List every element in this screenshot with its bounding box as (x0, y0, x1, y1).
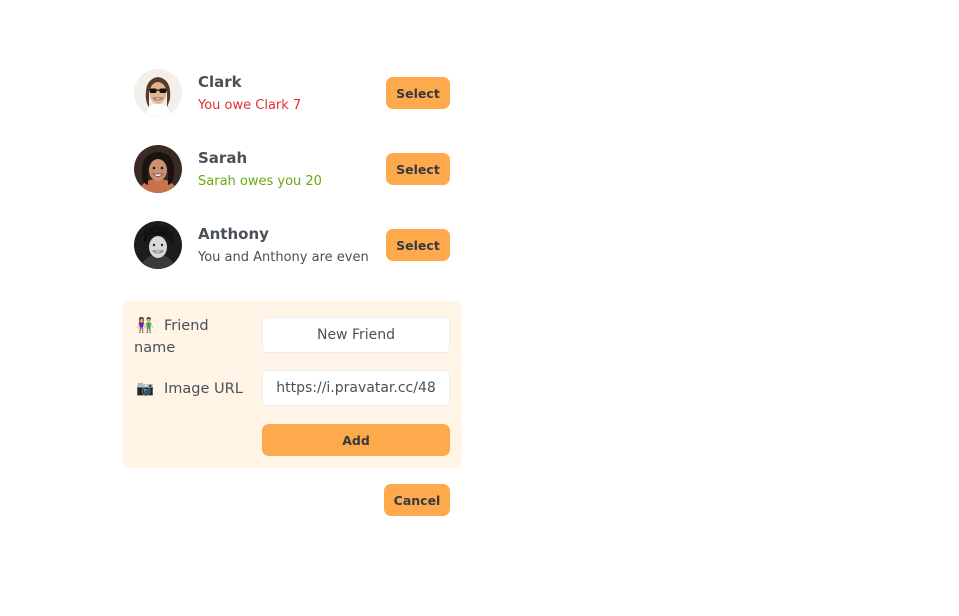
select-button[interactable]: Select (386, 153, 450, 185)
image-url-label: 📷 Image URL (134, 378, 264, 400)
sidebar: Clark You owe Clark 7 Select Sarah Sarah… (122, 55, 462, 516)
select-button[interactable]: Select (386, 77, 450, 109)
image-url-label-text: Image URL (164, 381, 243, 397)
add-friend-form: 👫Friend name 📷 Image URL Add (122, 301, 462, 468)
friend-item-anthony: Anthony You and Anthony are even Select (122, 207, 462, 283)
cancel-button[interactable]: Cancel (384, 484, 450, 516)
friend-name-input[interactable] (262, 317, 450, 353)
friend-name: Sarah (198, 149, 248, 167)
select-button[interactable]: Select (386, 229, 450, 261)
friend-balance-status: You and Anthony are even (198, 250, 369, 265)
friends-list: Clark You owe Clark 7 Select Sarah Sarah… (122, 55, 462, 283)
friend-balance-status: Sarah owes you 20 (198, 174, 322, 189)
friend-item-sarah: Sarah Sarah owes you 20 Select (122, 131, 462, 207)
friend-name: Clark (198, 73, 242, 91)
camera-icon: 📷 (135, 381, 155, 397)
friend-name-label: 👫 Friend name (134, 315, 254, 359)
avatar (134, 221, 182, 269)
friend-name: Anthony (198, 225, 269, 243)
people-icon: 👫 (135, 318, 155, 334)
add-button[interactable]: Add (262, 424, 450, 456)
friend-item-clark: Clark You owe Clark 7 Select (122, 55, 462, 131)
avatar (134, 145, 182, 193)
image-url-input[interactable] (262, 370, 450, 406)
friend-balance-status: You owe Clark 7 (198, 98, 302, 113)
avatar (134, 69, 182, 117)
